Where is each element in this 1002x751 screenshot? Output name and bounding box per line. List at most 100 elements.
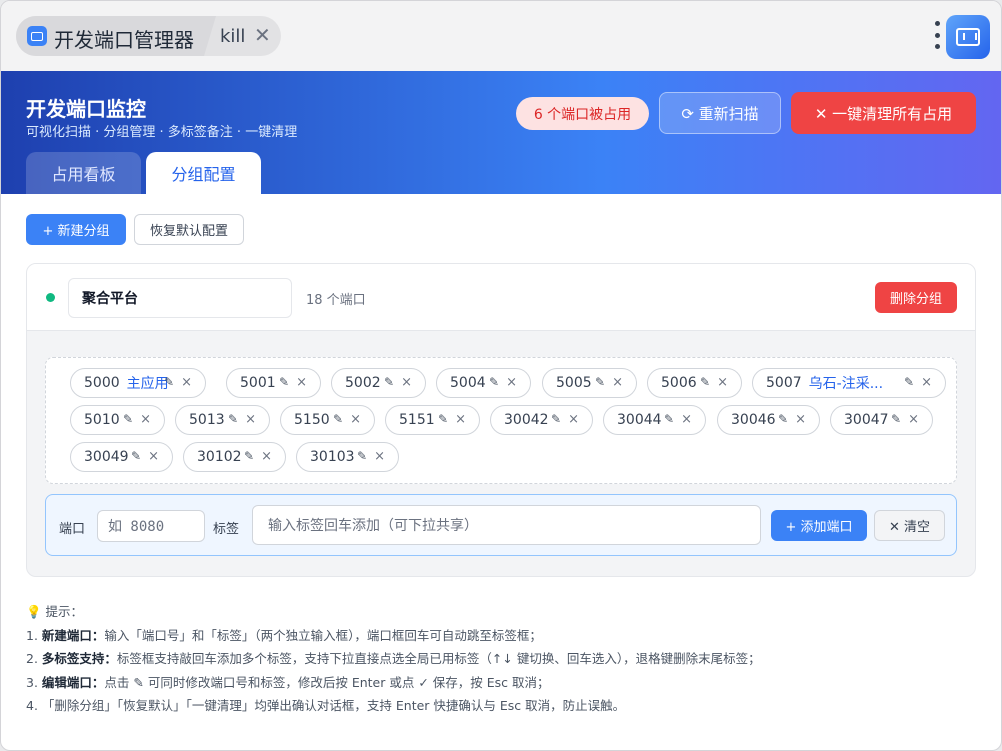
remove-icon[interactable]: × bbox=[568, 412, 579, 427]
port-number: 30047 bbox=[844, 412, 889, 428]
remove-icon[interactable]: × bbox=[455, 412, 466, 427]
edit-icon[interactable]: ✎ bbox=[904, 375, 914, 389]
tip-line: 4. 「删除分组」「恢复默认」「一键清理」均弹出确认对话框，支持 Enter 快… bbox=[26, 695, 976, 719]
tab-dashboard[interactable]: 占用看板 bbox=[26, 152, 141, 194]
edit-icon[interactable]: ✎ bbox=[357, 449, 367, 463]
port-number: 5000 bbox=[84, 375, 120, 391]
remove-icon[interactable]: × bbox=[261, 449, 272, 464]
app-logo-icon[interactable] bbox=[946, 15, 990, 59]
edit-icon[interactable]: ✎ bbox=[700, 375, 710, 389]
edit-icon[interactable]: ✎ bbox=[164, 375, 174, 389]
remove-icon[interactable]: × bbox=[506, 375, 517, 390]
port-chip[interactable]: 5002 ✎ × bbox=[331, 368, 426, 398]
port-chip[interactable]: 5150 ✎ × bbox=[280, 405, 375, 435]
close-icon[interactable]: ✕ bbox=[254, 25, 271, 45]
group-status-dot bbox=[46, 293, 55, 302]
remove-icon[interactable]: × bbox=[374, 449, 385, 464]
remove-icon[interactable]: × bbox=[908, 412, 919, 427]
port-number: 5150 bbox=[294, 412, 330, 428]
port-number: 30103 bbox=[310, 449, 355, 465]
app-monitor-icon bbox=[27, 26, 47, 46]
port-chip[interactable]: 5005 ✎ × bbox=[542, 368, 637, 398]
remove-icon[interactable]: × bbox=[181, 375, 192, 390]
add-port-button[interactable]: + 添加端口 bbox=[771, 510, 867, 541]
edit-icon[interactable]: ✎ bbox=[489, 375, 499, 389]
port-chip[interactable]: 30049 ✎ × bbox=[70, 442, 173, 472]
port-chip[interactable]: 30047 ✎ × bbox=[830, 405, 933, 435]
edit-icon[interactable]: ✎ bbox=[123, 412, 133, 426]
port-chip[interactable]: 30102 ✎ × bbox=[183, 442, 286, 472]
edit-icon[interactable]: ✎ bbox=[551, 412, 561, 426]
clear-all-button[interactable]: ✕ 一键清理所有占用 bbox=[791, 92, 976, 134]
port-chip[interactable]: 30044 ✎ × bbox=[603, 405, 706, 435]
port-chip-list: 5000 主应用 ✎ × 5001 ✎ × 5002 ✎ × 5004 ✎ × 5005 ✎ × 5006 ✎ × 5… bbox=[45, 357, 957, 484]
remove-icon[interactable]: × bbox=[401, 375, 412, 390]
tips-heading: 💡 提示： bbox=[26, 604, 84, 619]
edit-icon[interactable]: ✎ bbox=[384, 375, 394, 389]
delete-group-button[interactable]: 删除分组 bbox=[875, 282, 957, 313]
edit-icon[interactable]: ✎ bbox=[595, 375, 605, 389]
rescan-button[interactable]: ⟳ 重新扫描 bbox=[659, 92, 781, 134]
port-chip[interactable]: 5013 ✎ × bbox=[175, 405, 270, 435]
port-input[interactable]: 如 8080 bbox=[97, 510, 205, 542]
port-number: 5151 bbox=[399, 412, 435, 428]
port-chip[interactable]: 5010 ✎ × bbox=[70, 405, 165, 435]
edit-icon[interactable]: ✎ bbox=[333, 412, 343, 426]
group-name-input[interactable]: 聚合平台 bbox=[68, 278, 292, 318]
tip-line: 1. 新建端口：输入「端口号」和「标签」（两个独立输入框），端口框回车可自动跳至… bbox=[26, 625, 976, 649]
more-menu-icon[interactable] bbox=[934, 21, 940, 49]
add-port-row: 端口 如 8080 标签 输入标签回车添加（可下拉共享） + 添加端口 ✕ 清空 bbox=[45, 494, 957, 556]
remove-icon[interactable]: × bbox=[245, 412, 256, 427]
port-number: 5007 bbox=[766, 375, 802, 391]
edit-icon[interactable]: ✎ bbox=[228, 412, 238, 426]
port-chip[interactable]: 30046 ✎ × bbox=[717, 405, 820, 435]
edit-icon[interactable]: ✎ bbox=[664, 412, 674, 426]
tip-line: 3. 编辑端口：点击 ✎ 可同时修改端口号和标签，修改后按 Enter 或点 ✓… bbox=[26, 672, 976, 696]
remove-icon[interactable]: × bbox=[795, 412, 806, 427]
port-number: 5001 bbox=[240, 375, 276, 391]
port-chip[interactable]: 5004 ✎ × bbox=[436, 368, 531, 398]
edit-icon[interactable]: ✎ bbox=[438, 412, 448, 426]
port-chip[interactable]: 5001 ✎ × bbox=[226, 368, 321, 398]
port-chip[interactable]: 5000 主应用 ✎ × bbox=[70, 368, 206, 398]
tab-group-config[interactable]: 分组配置 bbox=[146, 152, 261, 194]
port-number: 5010 bbox=[84, 412, 120, 428]
port-chip[interactable]: 30103 ✎ × bbox=[296, 442, 399, 472]
remove-icon[interactable]: × bbox=[681, 412, 692, 427]
edit-icon[interactable]: ✎ bbox=[778, 412, 788, 426]
remove-icon[interactable]: × bbox=[296, 375, 307, 390]
tip-text: 点击 ✎ 可同时修改端口号和标签，修改后按 Enter 或点 ✓ 保存，按 Es… bbox=[104, 674, 550, 690]
remove-icon[interactable]: × bbox=[612, 375, 623, 390]
tag-label: 标签 bbox=[213, 522, 240, 537]
tip-title: 多标签支持： bbox=[41, 651, 117, 666]
port-chip[interactable]: 5007 乌石-注采... ✎ × bbox=[752, 368, 946, 398]
port-chip[interactable]: 5006 ✎ × bbox=[647, 368, 742, 398]
tip-title: 编辑端口： bbox=[41, 674, 105, 690]
port-chip[interactable]: 5151 ✎ × bbox=[385, 405, 480, 435]
tab-kill-label: kill bbox=[220, 26, 246, 47]
port-number: 5004 bbox=[450, 375, 486, 391]
remove-icon[interactable]: × bbox=[921, 375, 932, 390]
tip-number: 2. bbox=[26, 651, 42, 666]
remove-icon[interactable]: × bbox=[148, 449, 159, 464]
tip-number: 4. bbox=[26, 698, 42, 713]
port-number: 5006 bbox=[661, 375, 697, 391]
port-tag: 主应用 bbox=[126, 376, 169, 392]
tip-number: 1. bbox=[26, 627, 42, 643]
tag-input[interactable]: 输入标签回车添加（可下拉共享） bbox=[252, 505, 761, 545]
edit-icon[interactable]: ✎ bbox=[131, 449, 141, 463]
remove-icon[interactable]: × bbox=[140, 412, 151, 427]
app-window: 开发端口管理器 kill ✕ 开发端口监控 可视化扫描 · 分组管理 · 多标签… bbox=[0, 0, 1002, 751]
remove-icon[interactable]: × bbox=[350, 412, 361, 427]
port-chip[interactable]: 30042 ✎ × bbox=[490, 405, 593, 435]
port-number: 30102 bbox=[197, 449, 242, 465]
edit-icon[interactable]: ✎ bbox=[244, 449, 254, 463]
port-number: 30049 bbox=[84, 449, 129, 465]
edit-icon[interactable]: ✎ bbox=[891, 412, 901, 426]
port-number: 5013 bbox=[189, 412, 225, 428]
clear-input-button[interactable]: ✕ 清空 bbox=[874, 510, 945, 541]
restore-default-button[interactable]: 恢复默认配置 bbox=[134, 214, 244, 245]
edit-icon[interactable]: ✎ bbox=[279, 375, 289, 389]
remove-icon[interactable]: × bbox=[717, 375, 728, 390]
new-group-button[interactable]: + 新建分组 bbox=[26, 214, 126, 245]
